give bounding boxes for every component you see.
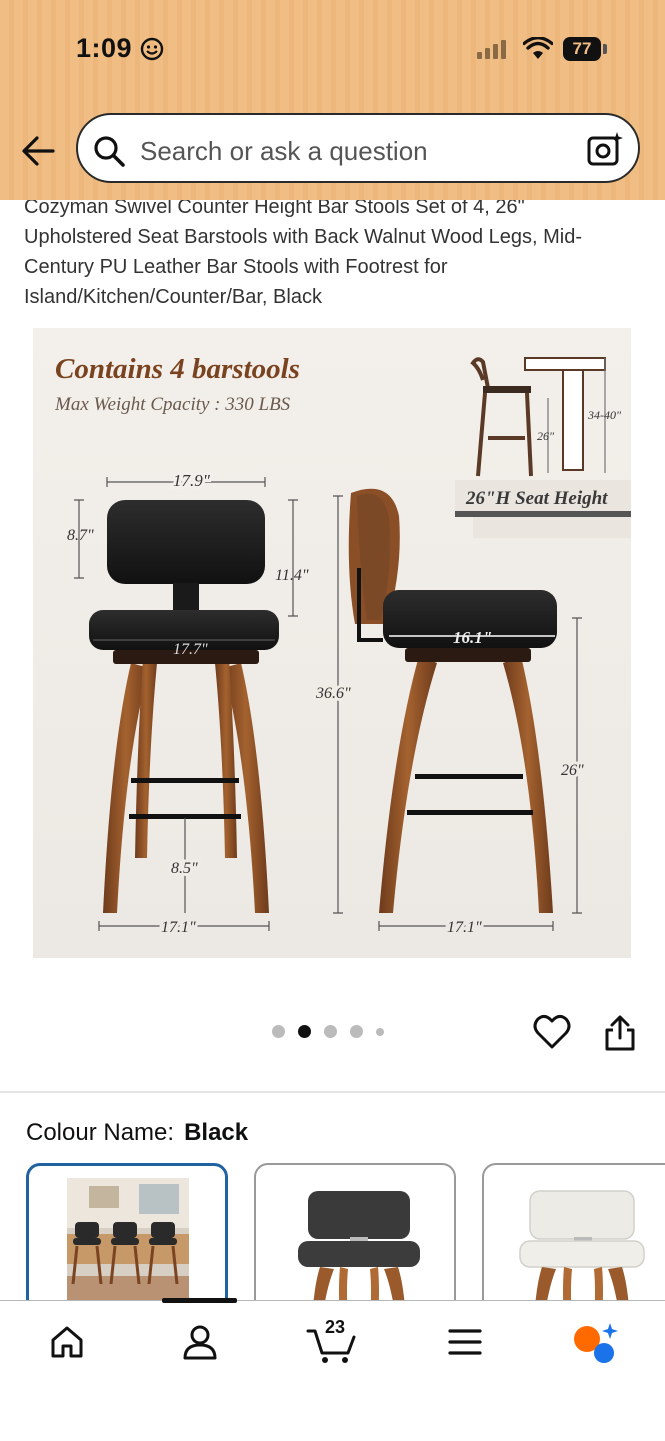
rufus-assistant-icon[interactable] (570, 1321, 620, 1370)
wifi-icon (522, 36, 554, 66)
nav-active-indicator (162, 1298, 237, 1303)
dim-base-width-side: 17.1" (447, 919, 482, 936)
dim-seat-width: 17.7" (173, 641, 208, 658)
pagination-dot[interactable] (324, 1025, 337, 1038)
wishlist-heart-icon[interactable] (533, 1014, 571, 1055)
battery-tip (603, 44, 607, 54)
dim-base-width-front: 17.1" (161, 919, 196, 936)
product-title[interactable]: Cozyman Swivel Counter Height Bar Stools… (24, 192, 634, 312)
dim-seat-height: 26" (561, 762, 584, 779)
search-icon (92, 134, 126, 173)
inset-height-label: 26" (537, 429, 555, 443)
image-headline: Contains 4 barstools (55, 353, 300, 385)
smiley-icon (140, 37, 164, 66)
back-arrow-icon[interactable] (20, 134, 56, 173)
dim-footrest-height: 8.5" (171, 860, 198, 877)
product-image[interactable]: Contains 4 barstools Max Weight Cpacity … (33, 328, 631, 958)
dim-total-height: 36.6" (315, 685, 351, 702)
pagination-dot[interactable] (350, 1025, 363, 1038)
seat-height-label: 26"H Seat Height (465, 488, 608, 509)
dim-back-height: 8.7" (67, 527, 94, 544)
pagination-dot[interactable] (376, 1027, 384, 1036)
camera-search-icon[interactable] (586, 130, 624, 173)
cellular-signal-icon (477, 40, 506, 59)
inset-range-label: 34-40" (587, 408, 622, 422)
image-pagination[interactable] (272, 1025, 384, 1038)
app-header: 1:09 77 Search or ask a question (0, 0, 665, 200)
cart-icon[interactable] (306, 1327, 358, 1370)
colour-swatch-grey[interactable] (254, 1163, 456, 1323)
section-divider (0, 1091, 665, 1093)
dim-back-gap: 11.4" (275, 567, 309, 584)
share-icon[interactable] (603, 1014, 637, 1057)
image-subline: Max Weight Cpacity : 330 LBS (54, 394, 291, 415)
pagination-dot-active[interactable] (298, 1025, 311, 1038)
pagination-dot[interactable] (272, 1025, 285, 1038)
search-input[interactable]: Search or ask a question (76, 113, 640, 183)
search-placeholder: Search or ask a question (140, 136, 428, 166)
colour-swatch-white[interactable] (482, 1163, 665, 1323)
battery-indicator: 77 (563, 37, 601, 61)
home-icon[interactable] (48, 1323, 86, 1366)
bottom-navigation: 23 (0, 1298, 665, 1441)
colour-value: Black (184, 1119, 249, 1146)
status-bar: 1:09 77 (0, 0, 665, 100)
colour-label: Colour Name: (26, 1119, 175, 1146)
dim-back-width: 17.9" (173, 471, 211, 490)
status-time: 1:09 (76, 33, 133, 63)
colour-selector-label: Colour Name: Black (26, 1119, 248, 1147)
dim-side-seat-depth: 16.1" (453, 628, 492, 647)
menu-icon[interactable] (447, 1327, 483, 1362)
account-icon[interactable] (181, 1323, 219, 1366)
